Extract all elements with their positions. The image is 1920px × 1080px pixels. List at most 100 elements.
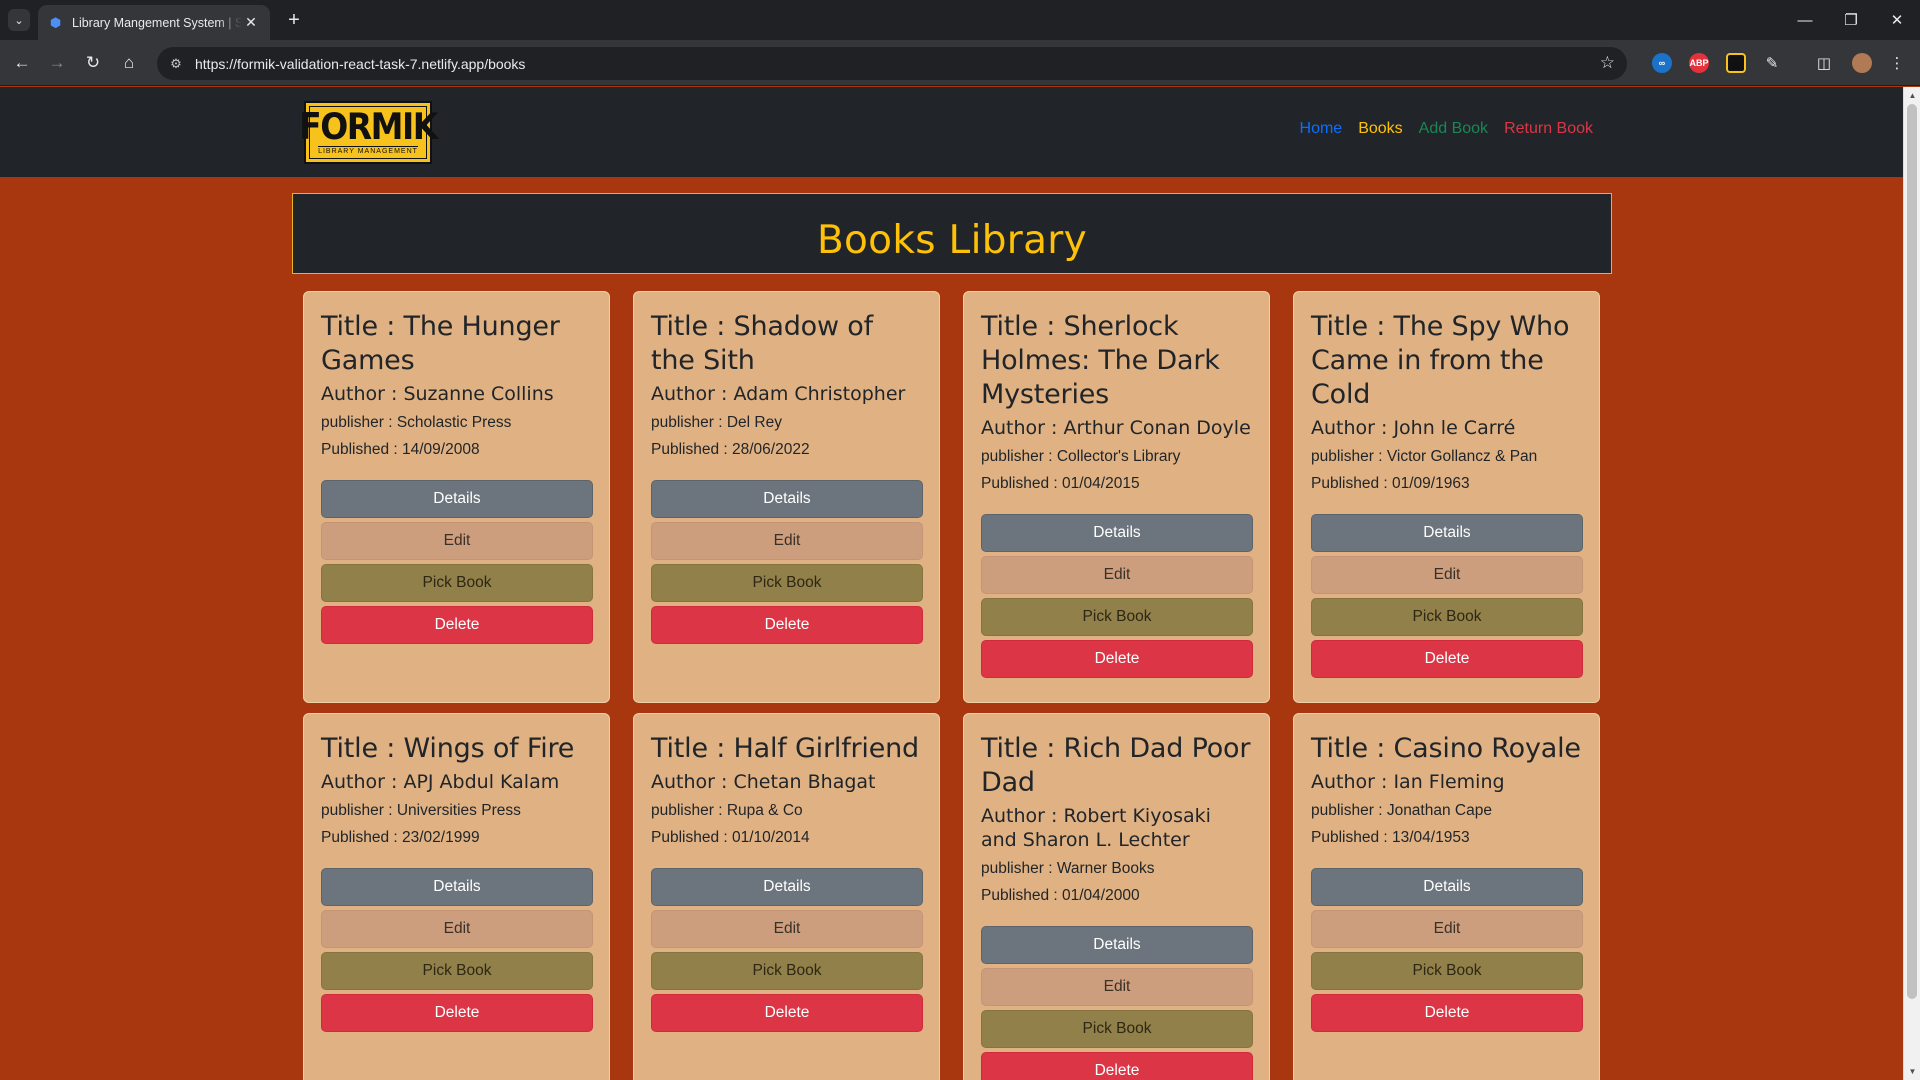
page-viewport: FORMIK LIBRARY MANAGEMENT Home Books Add…	[0, 87, 1920, 1080]
notification-extension-icon[interactable]	[1726, 53, 1746, 73]
pick-book-button[interactable]: Pick Book	[1311, 952, 1583, 990]
delete-button[interactable]: Delete	[1311, 994, 1583, 1032]
browser-toolbar: ← → ↻ ⌂ ⚙ https://formik-validation-reac…	[0, 40, 1920, 86]
home-icon[interactable]: ⌂	[115, 49, 143, 77]
logo-text: FORMIK	[299, 105, 438, 148]
book-card: Title : Wings of Fire Author : APJ Abdul…	[303, 713, 610, 1080]
book-actions: Details Edit Pick Book Delete	[981, 514, 1253, 678]
minimize-window-icon[interactable]: —	[1782, 0, 1828, 40]
pick-book-button[interactable]: Pick Book	[651, 564, 923, 602]
delete-button[interactable]: Delete	[321, 994, 593, 1032]
book-actions: Details Edit Pick Book Delete	[1311, 514, 1583, 678]
book-published-date: Published : 01/04/2000	[981, 887, 1140, 904]
book-title: Title : Half Girlfriend	[651, 733, 919, 764]
app-navbar: FORMIK LIBRARY MANAGEMENT Home Books Add…	[0, 87, 1903, 177]
book-author: Author : APJ Abdul Kalam	[321, 771, 560, 793]
details-button[interactable]: Details	[1311, 514, 1583, 552]
page-banner: Books Library	[292, 193, 1612, 274]
details-button[interactable]: Details	[651, 868, 923, 906]
book-author: Author : John le Carré	[1311, 417, 1516, 439]
book-author: Author : Ian Fleming	[1311, 771, 1505, 793]
pick-book-button[interactable]: Pick Book	[321, 564, 593, 602]
reload-icon[interactable]: ↻	[79, 49, 107, 77]
book-card: Title : The Spy Who Came in from the Col…	[1293, 291, 1600, 703]
scrollbar-thumb[interactable]	[1907, 104, 1917, 999]
extension-link-icon[interactable]: ∞	[1652, 53, 1672, 73]
details-button[interactable]: Details	[981, 514, 1253, 552]
nav-link-home[interactable]: Home	[1300, 120, 1343, 138]
details-button[interactable]: Details	[321, 868, 593, 906]
edit-button[interactable]: Edit	[1311, 556, 1583, 594]
book-author: Author : Arthur Conan Doyle	[981, 417, 1251, 439]
book-actions: Details Edit Pick Book Delete	[651, 480, 923, 644]
book-publisher: publisher : Universities Press	[321, 802, 521, 819]
book-published-date: Published : 23/02/1999	[321, 829, 480, 846]
delete-button[interactable]: Delete	[981, 640, 1253, 678]
pick-book-button[interactable]: Pick Book	[981, 1010, 1253, 1048]
delete-button[interactable]: Delete	[651, 606, 923, 644]
book-publisher: publisher : Scholastic Press	[321, 414, 512, 431]
book-actions: Details Edit Pick Book Delete	[321, 868, 593, 1032]
book-card: Title : Sherlock Holmes: The Dark Myster…	[963, 291, 1270, 703]
details-button[interactable]: Details	[651, 480, 923, 518]
nav-link-books[interactable]: Books	[1358, 120, 1402, 138]
tab-close-icon[interactable]: ✕	[242, 14, 260, 32]
tab-search-chevron-icon[interactable]: ⌄	[8, 9, 30, 31]
edit-button[interactable]: Edit	[1311, 910, 1583, 948]
site-settings-icon[interactable]: ⚙	[161, 49, 191, 79]
edit-button[interactable]: Edit	[981, 556, 1253, 594]
nav-link-return-book[interactable]: Return Book	[1504, 120, 1593, 138]
book-title: Title : Wings of Fire	[321, 733, 575, 764]
book-publisher: publisher : Del Rey	[651, 414, 782, 431]
edit-button[interactable]: Edit	[321, 522, 593, 560]
details-button[interactable]: Details	[981, 926, 1253, 964]
address-bar[interactable]: ⚙ https://formik-validation-react-task-7…	[157, 47, 1627, 80]
book-card: Title : Half Girlfriend Author : Chetan …	[633, 713, 940, 1080]
pick-book-button[interactable]: Pick Book	[1311, 598, 1583, 636]
side-panel-icon[interactable]: ◫	[1812, 51, 1836, 75]
details-button[interactable]: Details	[1311, 868, 1583, 906]
book-title: Title : Rich Dad Poor Dad	[981, 733, 1251, 798]
details-button[interactable]: Details	[321, 480, 593, 518]
book-author: Author : Suzanne Collins	[321, 383, 554, 405]
book-publisher: publisher : Collector's Library	[981, 448, 1181, 465]
delete-button[interactable]: Delete	[1311, 640, 1583, 678]
nav-link-add-book[interactable]: Add Book	[1419, 120, 1488, 138]
adblock-plus-icon[interactable]: ABP	[1689, 53, 1709, 73]
delete-button[interactable]: Delete	[651, 994, 923, 1032]
book-card: Title : Casino Royale Author : Ian Flemi…	[1293, 713, 1600, 1080]
restore-window-icon[interactable]: ❐	[1828, 0, 1874, 40]
book-title: Title : The Spy Who Came in from the Col…	[1311, 311, 1570, 410]
back-arrow-icon[interactable]: ←	[8, 49, 36, 77]
edit-button[interactable]: Edit	[651, 522, 923, 560]
new-tab-plus-icon[interactable]: +	[282, 8, 306, 32]
edit-button[interactable]: Edit	[651, 910, 923, 948]
bookmark-star-icon[interactable]: ☆	[1600, 53, 1615, 73]
scroll-down-arrow-icon[interactable]: ▼	[1904, 1063, 1920, 1080]
edit-button[interactable]: Edit	[981, 968, 1253, 1006]
browser-menu-icon[interactable]: ⋮	[1885, 51, 1909, 75]
book-card: Title : Rich Dad Poor Dad Author : Rober…	[963, 713, 1270, 1080]
page-title: Books Library	[816, 218, 1088, 263]
formik-logo[interactable]: FORMIK LIBRARY MANAGEMENT	[299, 101, 438, 164]
forward-arrow-icon[interactable]: →	[43, 49, 71, 77]
book-title: Title : Casino Royale	[1311, 733, 1581, 764]
book-title: Title : The Hunger Games	[321, 311, 560, 376]
close-window-icon[interactable]: ✕	[1874, 0, 1920, 40]
pick-book-button[interactable]: Pick Book	[981, 598, 1253, 636]
delete-button[interactable]: Delete	[981, 1052, 1253, 1080]
book-publisher: publisher : Rupa & Co	[651, 802, 803, 819]
browser-tab-active[interactable]: ⬢ Library Mangement System | Sw ✕	[38, 5, 270, 40]
edit-button[interactable]: Edit	[321, 910, 593, 948]
book-title: Title : Sherlock Holmes: The Dark Myster…	[981, 311, 1220, 410]
book-publisher: publisher : Jonathan Cape	[1311, 802, 1492, 819]
extensions-puzzle-icon[interactable]: ✎	[1760, 51, 1784, 75]
pick-book-button[interactable]: Pick Book	[651, 952, 923, 990]
book-published-date: Published : 01/04/2015	[981, 475, 1140, 492]
profile-avatar[interactable]	[1852, 53, 1872, 73]
pick-book-button[interactable]: Pick Book	[321, 952, 593, 990]
url-text[interactable]: https://formik-validation-react-task-7.n…	[195, 56, 525, 72]
page-scrollbar[interactable]: ▲ ▼	[1903, 87, 1920, 1080]
scroll-up-arrow-icon[interactable]: ▲	[1904, 87, 1920, 104]
delete-button[interactable]: Delete	[321, 606, 593, 644]
